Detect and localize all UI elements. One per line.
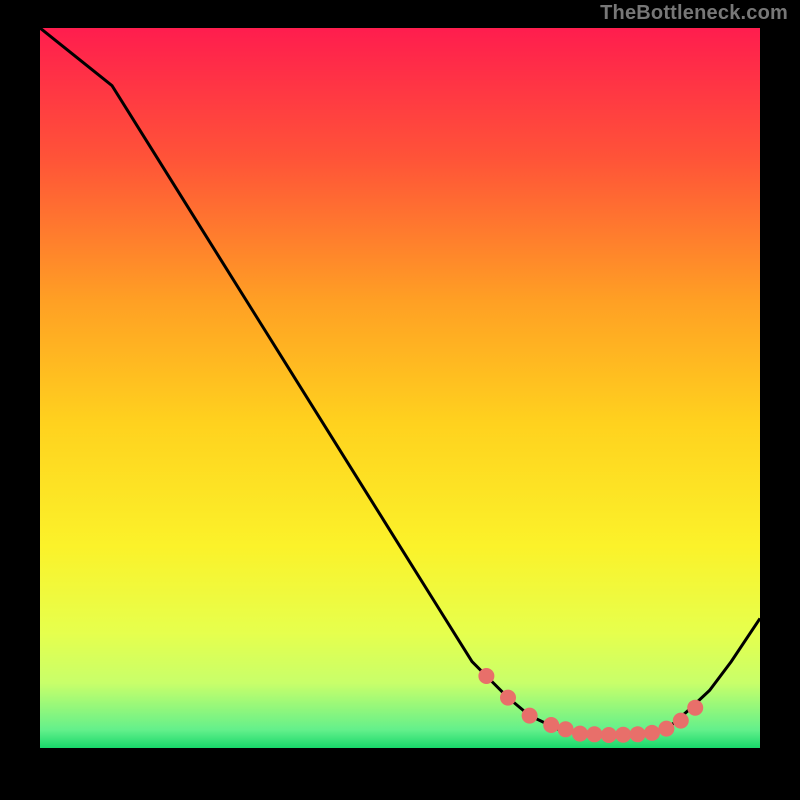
chart-svg <box>40 28 760 748</box>
data-point <box>586 726 602 742</box>
attribution-text: TheBottleneck.com <box>600 2 788 25</box>
data-point <box>644 725 660 741</box>
data-point <box>558 721 574 737</box>
data-point <box>673 713 689 729</box>
data-point <box>630 726 646 742</box>
chart-container: TheBottleneck.com <box>0 0 800 800</box>
data-point <box>572 726 588 742</box>
data-point <box>687 700 703 716</box>
data-point <box>478 668 494 684</box>
data-point <box>615 727 631 743</box>
data-point <box>522 708 538 724</box>
data-point <box>500 690 516 706</box>
data-point <box>543 717 559 733</box>
plot-background <box>40 28 760 748</box>
data-point <box>601 727 617 743</box>
data-point <box>658 721 674 737</box>
